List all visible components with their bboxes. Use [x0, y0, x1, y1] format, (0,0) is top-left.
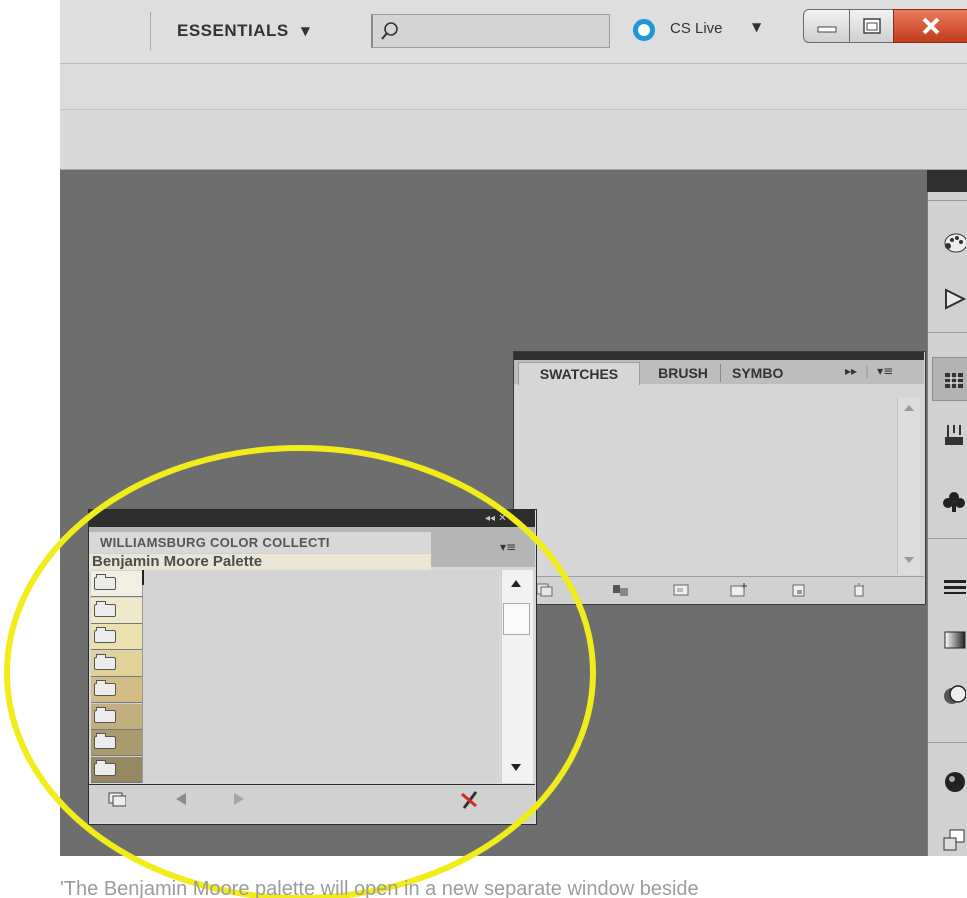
- delete-swatch-icon[interactable]: [850, 583, 868, 597]
- color-guide-icon[interactable]: [942, 287, 966, 311]
- tab-brushes[interactable]: BRUSH: [646, 362, 720, 384]
- new-swatch-icon[interactable]: [790, 583, 808, 597]
- dock-header: [927, 170, 967, 192]
- chevron-down-icon[interactable]: ▼: [752, 20, 761, 34]
- workspace-switcher[interactable]: ESSENTIALS ▼: [150, 12, 361, 50]
- caption-text: 'The Benjamin Moore palette will open in…: [60, 878, 699, 898]
- swatches-panel-header[interactable]: [514, 352, 924, 360]
- appearance-icon[interactable]: [942, 770, 966, 794]
- folder-icon: [94, 653, 116, 670]
- next-library-icon[interactable]: [230, 792, 248, 806]
- control-bar: [60, 110, 967, 170]
- close-button[interactable]: [893, 9, 967, 43]
- library-folder-column: [91, 571, 143, 783]
- swatches-panel-menu[interactable]: ▸▸ | ▾≡: [845, 364, 893, 378]
- dock-divider: [928, 332, 967, 333]
- menu-bar: [60, 64, 967, 110]
- tab-divider: [720, 364, 721, 382]
- scroll-down-icon[interactable]: [904, 557, 914, 563]
- label-edge: [142, 570, 144, 585]
- cs-live-label[interactable]: CS Live: [670, 20, 723, 37]
- color-icon[interactable]: [942, 231, 966, 255]
- folder-icon: [94, 600, 116, 617]
- swatch-libraries-icon[interactable]: [536, 583, 554, 597]
- scrollbar-thumb[interactable]: [503, 603, 530, 635]
- brushes-icon[interactable]: [942, 423, 966, 447]
- library-tab-title: WILLIAMSBURG COLOR COLLECTI: [100, 536, 330, 550]
- folder-icon: [94, 680, 116, 696]
- palette-label: Benjamin Moore Palette: [92, 553, 263, 570]
- panel-menu-icon[interactable]: ▾≡: [500, 540, 516, 554]
- scroll-down-icon[interactable]: [511, 764, 521, 771]
- dock-divider: [928, 200, 967, 201]
- maximize-icon: [863, 18, 881, 34]
- swatch-folder-row[interactable]: [91, 730, 142, 756]
- add-to-swatches-icon[interactable]: [458, 788, 482, 810]
- swatch-folder-row[interactable]: [91, 677, 142, 703]
- library-scrollbar[interactable]: [501, 570, 533, 783]
- show-swatch-kinds-icon[interactable]: [612, 583, 630, 597]
- graphic-styles-icon[interactable]: [942, 828, 966, 852]
- tab-symbols[interactable]: SYMBO: [722, 362, 792, 384]
- swatch-folder-row[interactable]: [91, 650, 142, 677]
- scroll-up-icon[interactable]: [511, 580, 521, 587]
- chevron-down-icon: ▼: [300, 24, 310, 38]
- swatch-folder-row[interactable]: [91, 597, 142, 624]
- new-color-group-icon[interactable]: [730, 583, 748, 597]
- folder-icon: [94, 574, 116, 590]
- cs-live-icon[interactable]: [633, 19, 655, 41]
- library-panel-header[interactable]: [89, 510, 535, 527]
- library-swatch-list[interactable]: [91, 570, 499, 783]
- folder-icon: [94, 733, 116, 749]
- previous-library-icon[interactable]: [172, 792, 190, 806]
- search-icon: [381, 22, 398, 40]
- tab-swatches[interactable]: SWATCHES: [518, 362, 640, 385]
- minimize-icon: [817, 26, 837, 33]
- swatch-folder-row[interactable]: [91, 756, 142, 783]
- collapse-panel-icon[interactable]: ◂◂ ✕: [485, 513, 507, 524]
- swatches-icon[interactable]: [942, 368, 966, 392]
- folder-icon: [94, 627, 116, 643]
- minimize-button[interactable]: [803, 9, 851, 43]
- transparency-icon[interactable]: [942, 683, 966, 707]
- workspace-label: ESSENTIALS: [177, 21, 289, 40]
- maximize-button[interactable]: [849, 9, 895, 43]
- swatch-folder-row[interactable]: [91, 703, 142, 730]
- swatch-folder-row[interactable]: [91, 624, 142, 650]
- dock-divider: [928, 742, 967, 743]
- swatch-folder-row[interactable]: [91, 571, 142, 597]
- search-input[interactable]: [371, 14, 610, 48]
- panel-menu-icon[interactable]: ▾≡: [877, 364, 893, 378]
- folder-icon: [94, 706, 116, 723]
- folder-icon: [94, 759, 116, 776]
- symbols-icon[interactable]: [942, 490, 966, 514]
- swatches-list[interactable]: [518, 388, 896, 571]
- gradient-icon[interactable]: [942, 628, 966, 652]
- stroke-icon[interactable]: [942, 576, 966, 600]
- dock-divider: [928, 538, 967, 539]
- library-menu-icon[interactable]: [108, 792, 126, 807]
- double-chevron-right-icon[interactable]: ▸▸: [845, 364, 857, 378]
- swatch-options-icon[interactable]: [672, 583, 690, 597]
- scroll-up-icon[interactable]: [904, 405, 914, 411]
- close-icon: [922, 17, 940, 35]
- swatches-scrollbar[interactable]: [897, 397, 920, 575]
